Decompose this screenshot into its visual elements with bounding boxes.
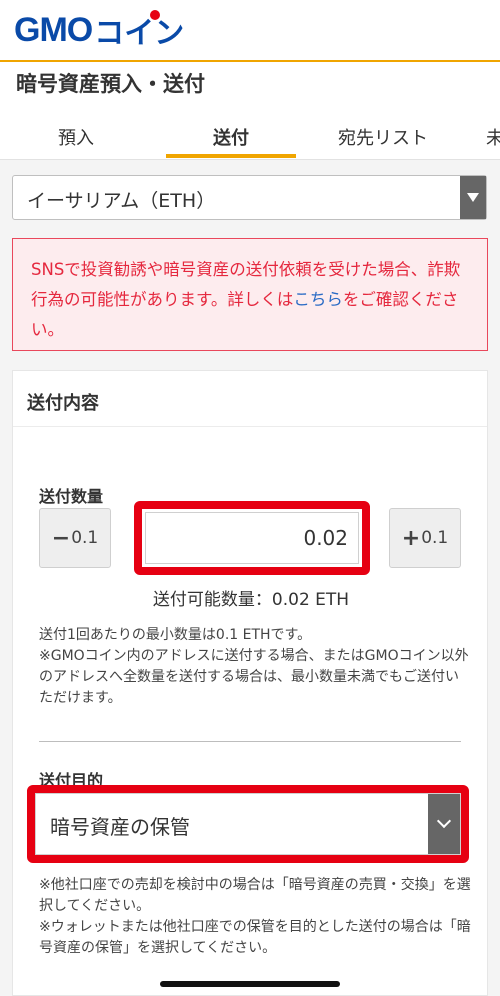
fraud-warning-box: SNSで投資勧誘や暗号資産の送付依頼を受けた場合、詐欺行為の可能性があります。詳… (12, 238, 488, 351)
app-header: GMO コイン (0, 0, 500, 62)
tab-bar: 預入 送付 宛先リスト 未 (0, 112, 500, 160)
increment-button[interactable]: +0.1 (389, 508, 461, 568)
note-min-line: 送付1回あたりの最小数量は0.1 ETHです。 (39, 627, 312, 643)
purpose-select-value: 暗号資産の保管 (50, 815, 190, 839)
currency-select[interactable]: イーサリアム（ETH） (12, 175, 487, 220)
chevron-down-icon[interactable] (428, 794, 460, 854)
currency-select-value: イーサリアム（ETH） (27, 190, 216, 212)
minus-sign: − (51, 525, 71, 551)
amount-label: 送付数量 (39, 487, 104, 506)
tab-more[interactable]: 未 (486, 124, 500, 150)
purpose-note: ※他社口座での売却を検討中の場合は「暗号資産の売買・交換」を選択してください。 … (39, 875, 471, 959)
logo-gmo-text: GMO (14, 10, 93, 49)
dropdown-arrow-icon[interactable] (460, 176, 486, 219)
send-details-card: 送付内容 送付数量 −0.1 0.02 +0.1 送付可能数量：0.02 ETH… (12, 370, 488, 996)
logo-coin-text: コイン (94, 8, 184, 52)
warning-details-link[interactable]: こちら (293, 290, 343, 309)
tab-address-list[interactable]: 宛先リスト (338, 124, 428, 150)
page-title: 暗号資産預入・送付 (16, 72, 205, 96)
amount-highlight-frame: 0.02 (134, 501, 370, 575)
card-header: 送付内容 (13, 371, 487, 427)
note-gmo-line: ※GMOコイン内のアドレスに送付する場合、またはGMOコイン以外のアドレスへ全数… (39, 648, 469, 706)
divider (39, 741, 461, 742)
tab-send[interactable]: 送付 (213, 124, 249, 150)
main-content: イーサリアム（ETH） SNSで投資勧誘や暗号資産の送付依頼を受けた場合、詐欺行… (0, 160, 500, 996)
card-title: 送付内容 (27, 393, 99, 414)
amount-input[interactable]: 0.02 (145, 512, 359, 564)
purpose-note-line-1: ※他社口座での売却を検討中の場合は「暗号資産の売買・交換」を選択してください。 (39, 877, 471, 914)
purpose-note-line-2: ※ウォレットまたは他社口座での保管を目的とした送付の場合は「暗号資産の保管」を選… (39, 919, 471, 956)
purpose-highlight-frame: 暗号資産の保管 (27, 785, 469, 863)
active-tab-indicator (166, 154, 296, 158)
plus-sign: + (401, 525, 421, 551)
home-indicator (160, 981, 340, 987)
available-amount: 送付可能数量：0.02 ETH (152, 590, 350, 610)
decrement-value: 0.1 (71, 528, 99, 548)
increment-value: 0.1 (421, 528, 449, 548)
tab-deposit[interactable]: 預入 (58, 124, 94, 150)
purpose-select[interactable]: 暗号資産の保管 (35, 793, 461, 855)
minimum-amount-note: 送付1回あたりの最小数量は0.1 ETHです。 ※GMOコイン内のアドレスに送付… (39, 625, 469, 709)
decrement-button[interactable]: −0.1 (39, 508, 111, 568)
gmo-coin-logo[interactable]: GMO コイン (14, 8, 184, 52)
